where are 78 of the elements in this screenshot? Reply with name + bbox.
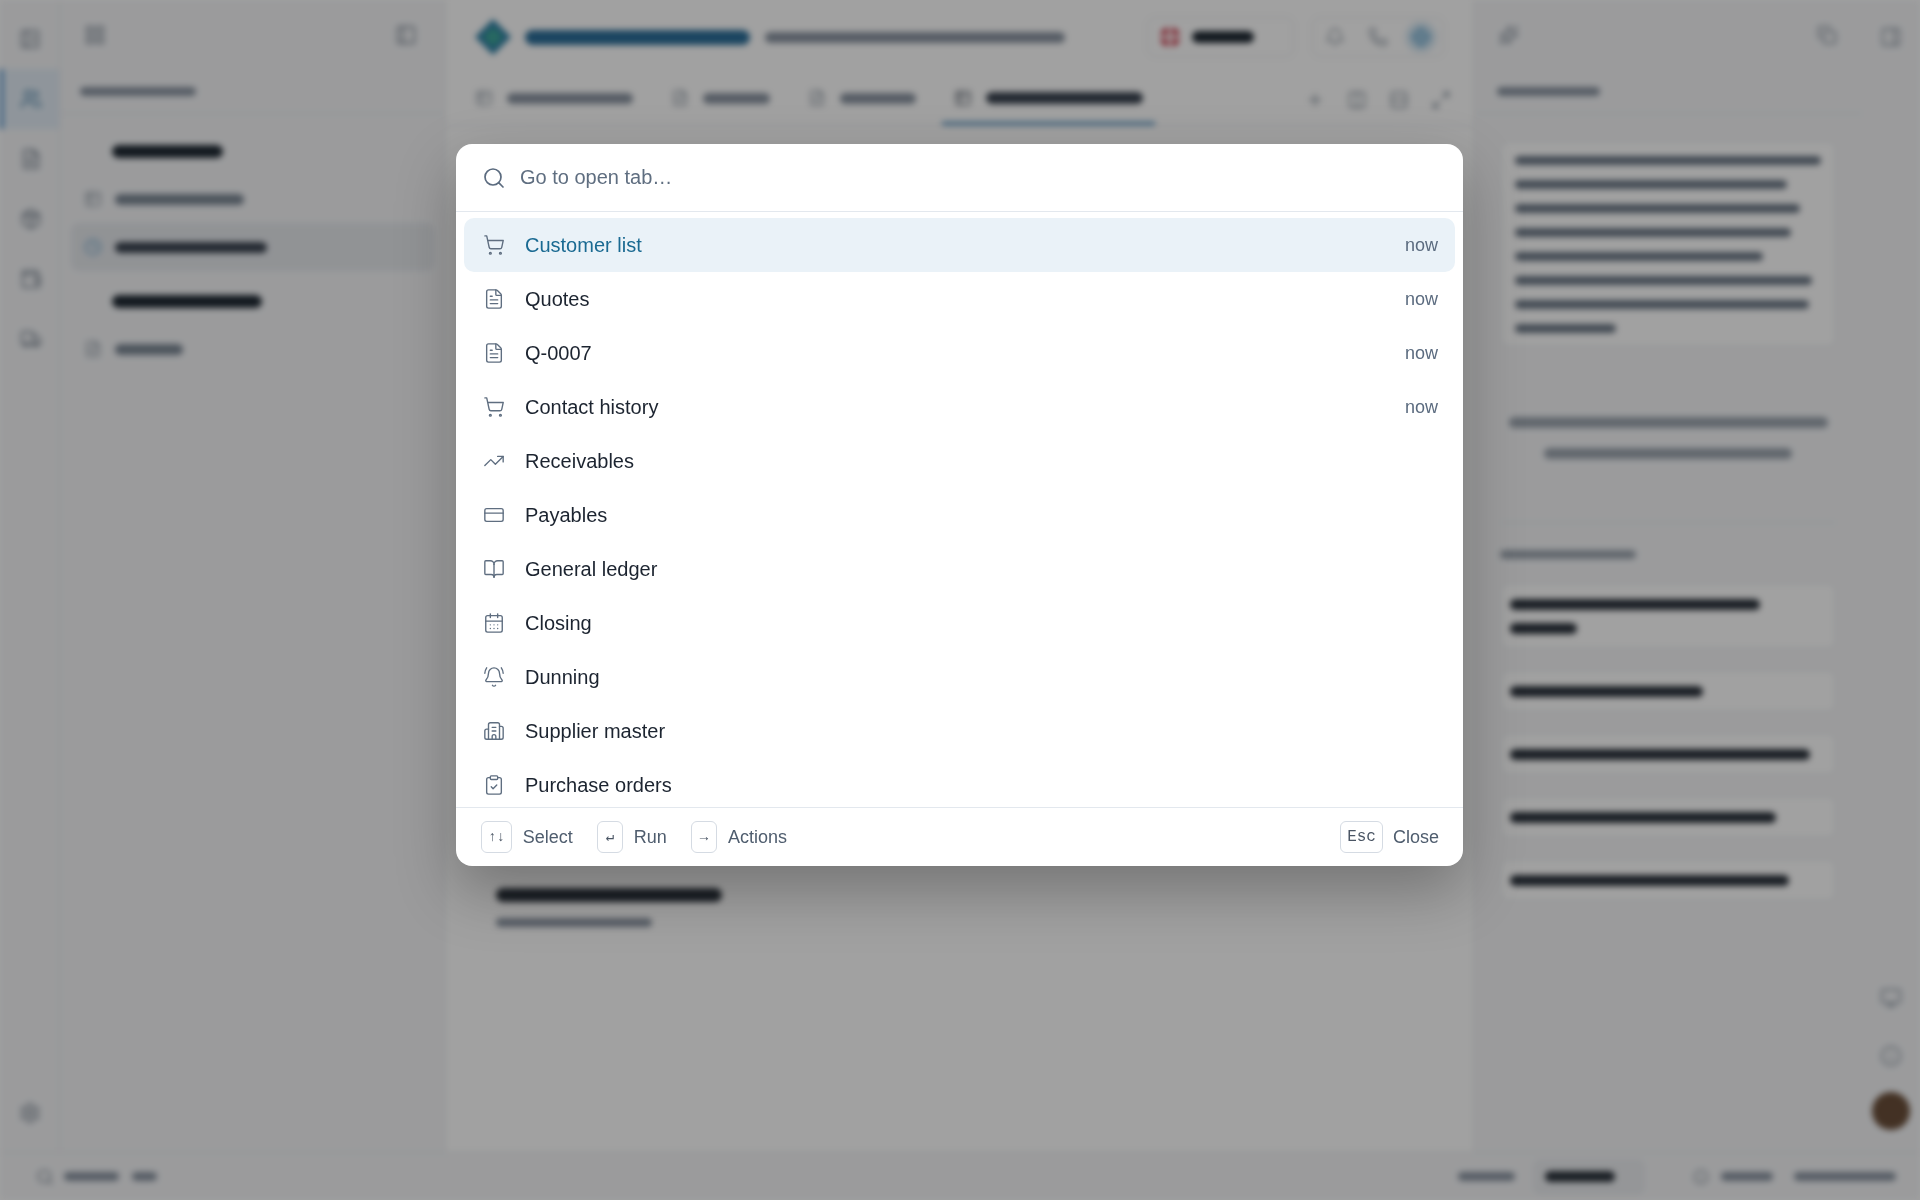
blurred-icon [1368,27,1388,47]
blurred-icon [954,89,972,107]
blurred-icon [18,1102,41,1124]
building-icon [483,720,505,742]
search-field[interactable]: Go to open tab… [520,157,1443,198]
palette-item[interactable]: Closing [464,596,1455,650]
flag-icon [1160,27,1180,47]
hint-label: Select [522,825,573,849]
item-label: Closing [525,611,593,636]
blurred-text [115,343,183,355]
blurred-text [1721,1172,1773,1181]
blurred-icon [808,89,826,107]
item-label: Purchase orders [525,773,673,798]
blurred-icon [20,208,42,230]
item-label: Receivables [525,449,635,474]
dropdown-button[interactable] [1147,17,1294,57]
item-label: Supplier master [525,719,667,744]
logo-icon [475,19,511,55]
status-button[interactable] [36,1167,157,1186]
search-icon [482,165,506,190]
time-label: now [1404,341,1438,365]
blurred-icon [1499,25,1519,45]
blurred-text [1545,1171,1615,1182]
blurred-text [64,1172,119,1181]
icon-button[interactable] [1405,21,1438,53]
key-cap: ↵ [596,821,623,853]
palette-item[interactable]: Quotes now [464,272,1455,326]
palette-item[interactable]: Customer list now [464,218,1455,272]
hint-label: Actions [727,825,787,849]
blurred-text [1510,622,1577,634]
item-label: Customer list [525,233,643,258]
item-label: Q-0007 [525,341,593,366]
blurred-icon [1880,987,1902,1009]
blurred-text [1192,31,1254,43]
palette-item[interactable]: Receivables [464,434,1455,488]
item-label: Quotes [525,287,591,312]
palette-item[interactable]: Q-0007 now [464,326,1455,380]
blurred-icon [84,24,106,46]
clipboard-check-icon [483,774,505,796]
calendar-icon [483,612,505,634]
blurred-icon [20,328,42,350]
palette-item[interactable]: General ledger [464,542,1455,596]
blurred-icon [1411,27,1432,47]
blurred-text [703,92,770,104]
blurred-icon [84,190,102,208]
key-cap: Esc [1340,821,1383,853]
time-label: now [1404,395,1438,419]
palette-item[interactable]: Contact history now [464,380,1455,434]
bell-icon [483,666,505,688]
cart-icon [483,234,505,256]
time-label: now [1404,287,1438,311]
blurred-icon [20,148,42,170]
key-cap: → [690,821,717,853]
key-cap: ↑↓ [481,821,512,853]
blurred-icon [20,88,42,110]
palette-item[interactable]: Dunning [464,650,1455,704]
item-label: General ledger [525,557,659,582]
blurred-icon [671,89,689,107]
blurred-text [1458,1172,1515,1181]
blurred-icon [395,24,417,46]
blurred-icon [475,89,493,107]
blurred-icon [20,268,42,290]
hint-label: Close [1392,825,1439,849]
time-label: now [1404,233,1438,257]
item-label: Contact history [525,395,660,420]
book-icon [483,558,505,580]
hint-label: Run [633,825,667,849]
item-label: Dunning [525,665,601,690]
palette-item[interactable]: Supplier master [464,704,1455,758]
cart-icon [483,396,505,418]
document-icon [483,342,505,364]
blurred-text [132,1172,157,1181]
item-label: Payables [525,503,609,528]
avatar[interactable] [1872,1092,1910,1130]
document-icon [483,288,505,310]
blurred-icon [18,28,41,50]
palette-item[interactable]: Purchase orders [464,758,1455,807]
palette-item[interactable]: Payables [464,488,1455,542]
